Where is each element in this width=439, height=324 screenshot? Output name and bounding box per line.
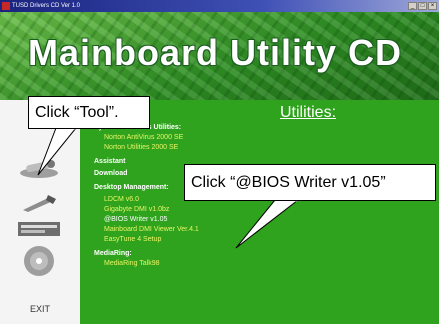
menu-category: Desktop Management: (94, 184, 169, 191)
utility-cd-window: TUSD Drivers CD Ver 1.0 _ □ × Mainboard … (0, 0, 439, 324)
menu-item[interactable]: Norton AntiVirus 2000 SE (104, 134, 183, 141)
tool-callout: Click “Tool”. (28, 96, 150, 129)
minimize-button[interactable]: _ (408, 2, 417, 10)
wrench-icon[interactable] (18, 158, 60, 180)
title-bar[interactable]: TUSD Drivers CD Ver 1.0 _ □ × (0, 0, 439, 12)
menu-item[interactable]: EasyTune 4 Setup (104, 236, 161, 243)
menu-item[interactable]: Mainboard DMI Viewer Ver.4.1 (104, 226, 199, 233)
sidebar: EXIT (0, 100, 80, 324)
menu-item[interactable]: Norton Utilities 2000 SE (104, 144, 178, 151)
menu-item[interactable]: @BIOS Writer v1.05 (104, 216, 167, 223)
exit-label: EXIT (29, 304, 50, 314)
cd-icon[interactable] (23, 245, 55, 277)
magazine-icon[interactable] (17, 221, 61, 237)
tool-callout-text: Click “Tool”. (35, 103, 119, 121)
bios-callout-text: Click “@BIOS Writer v1.05” (191, 173, 386, 191)
menu-category: MediaRing: (94, 250, 132, 257)
bios-callout: Click “@BIOS Writer v1.05” (184, 164, 436, 201)
menu-category: Assistant (94, 158, 126, 165)
menu-item[interactable]: LDCM v6.0 (104, 196, 139, 203)
exit-button[interactable]: EXIT (0, 304, 80, 314)
banner: Mainboard Utility CD (0, 12, 439, 100)
close-button[interactable]: × (428, 2, 437, 10)
menu-item[interactable]: Gigabyte DMI v1.0bz (104, 206, 169, 213)
menu-category: Download (94, 170, 128, 177)
maximize-button[interactable]: □ (418, 2, 427, 10)
tool-icon[interactable] (20, 192, 58, 214)
menu-item[interactable]: MediaRing Talk98 (104, 260, 160, 267)
banner-title: Mainboard Utility CD (28, 32, 403, 73)
utilities-heading: Utilities: (280, 104, 337, 121)
window-controls: _ □ × (408, 2, 437, 10)
app-icon (2, 2, 10, 10)
window-title: TUSD Drivers CD Ver 1.0 (12, 3, 81, 9)
utilities-panel: Utilities: System AntiVirus Utilities:No… (80, 100, 439, 324)
